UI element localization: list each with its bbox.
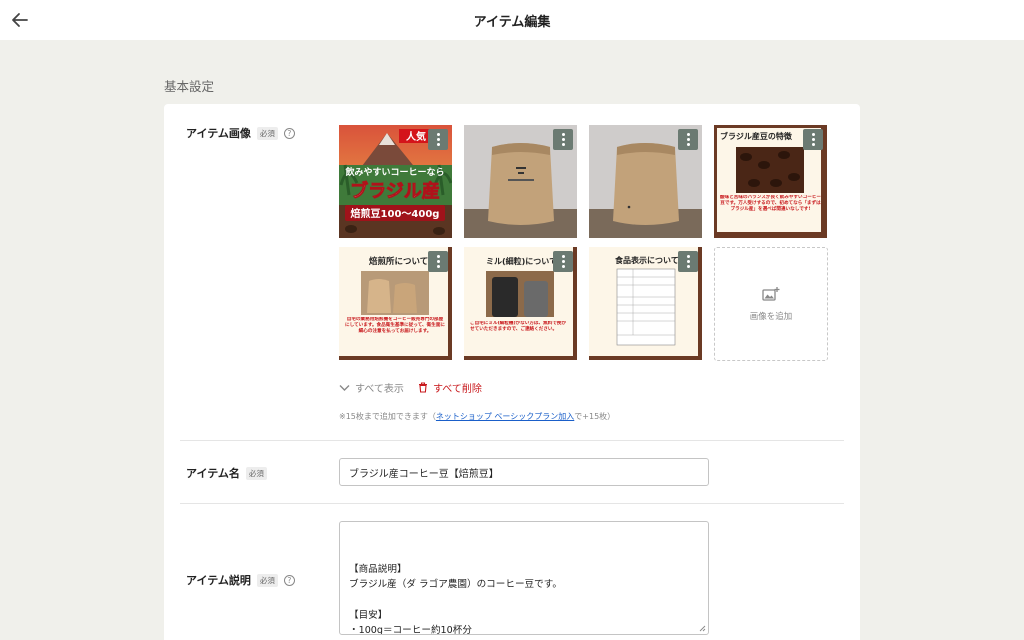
thumb-menu-button[interactable]: [678, 129, 698, 150]
image-thumb-1[interactable]: 人気 飲みやすいコーヒーなら ブラジル産 焙煎豆100〜400g: [339, 125, 452, 238]
thumb5-title: 焙煎所について: [368, 256, 428, 267]
required-badge: 必須: [256, 126, 278, 140]
chevron-down-icon: [339, 384, 350, 391]
help-icon[interactable]: ?: [283, 574, 295, 586]
page-title: アイテム編集: [473, 15, 551, 30]
thumb-menu-button[interactable]: [428, 129, 448, 150]
thumb6-title: ミル(細粒)について: [486, 256, 557, 266]
image-limit-note: ※15枚まで追加できます（ネットショップ ベーシックプラン加入で+15枚）: [339, 411, 615, 422]
thumb-menu-button[interactable]: [678, 251, 698, 272]
thumb5-body: 自宅の業務用焙煎機をコーヒー販売専門の部屋にしています。食品衛生基準に従って、衛…: [345, 317, 445, 334]
description-label-text: アイテム説明: [186, 574, 251, 587]
add-image-label: 画像を追加: [749, 312, 793, 322]
help-icon[interactable]: ?: [283, 127, 295, 139]
delete-all-label: すべて削除: [433, 384, 482, 395]
required-badge: 必須: [245, 466, 267, 480]
settings-card: アイテム画像 必須 ? 人気 飲みやすいコーヒーなら ブラジル産 焙煎豆100〜…: [164, 104, 860, 640]
show-all-label: すべて表示: [355, 384, 404, 395]
image-thumb-7[interactable]: 食品表示について: [589, 247, 702, 360]
popular-badge-text: 人気: [406, 130, 426, 143]
name-field-label: アイテム名 必須: [186, 465, 267, 481]
section-heading: 基本設定: [164, 79, 215, 94]
item-description-textarea[interactable]: 【商品説明】 ブラジル産（ダ ラゴア農園）のコーヒー豆です。 【目安】 ・100…: [339, 521, 709, 635]
image-field-label: アイテム画像 必須 ?: [186, 125, 295, 141]
divider: [180, 503, 844, 504]
add-photo-icon: [762, 287, 780, 301]
image-thumb-4[interactable]: ブラジル産豆の特徴 酸味と苦味のバランスが良く飲みやすいコーヒー豆です。万人受け…: [714, 125, 827, 238]
image-label-text: アイテム画像: [186, 127, 251, 140]
thumb7-title: 食品表示について: [615, 255, 679, 265]
add-image-button[interactable]: 画像を追加: [714, 247, 828, 361]
item-name-input[interactable]: [339, 458, 709, 486]
thumb-menu-button[interactable]: [428, 251, 448, 272]
note-prefix: ※15枚まで追加できます（: [339, 412, 436, 421]
description-field-label: アイテム説明 必須 ?: [186, 572, 295, 588]
delete-all-button[interactable]: すべて削除: [418, 380, 482, 395]
thumb-menu-button[interactable]: [803, 129, 823, 150]
divider: [180, 440, 844, 441]
top-bar: アイテム編集: [0, 0, 1024, 40]
image-thumb-2[interactable]: [464, 125, 577, 238]
thumb4-title: ブラジル産豆の特徴: [720, 131, 793, 141]
banner-line-2: ブラジル産: [350, 180, 440, 202]
required-badge: 必須: [256, 573, 278, 587]
image-thumb-6[interactable]: ミル(細粒)について ご自宅にミル(細粒機)がない方は、無料で挽かせていただきま…: [464, 247, 577, 360]
image-thumb-5[interactable]: 焙煎所について 自宅の業務用焙煎機をコーヒー販売専門の部屋にしています。食品衛生…: [339, 247, 452, 360]
name-label-text: アイテム名: [186, 467, 240, 480]
resize-handle-icon[interactable]: [699, 625, 706, 632]
image-grid: 人気 飲みやすいコーヒーなら ブラジル産 焙煎豆100〜400g ブラジル産豆の…: [339, 125, 829, 361]
thumb6-body: ご自宅にミル(細粒機)がない方は、無料で挽かせていただきますので、ご連絡ください…: [470, 321, 567, 332]
trash-icon: [419, 382, 427, 393]
thumb-menu-button[interactable]: [553, 129, 573, 150]
banner-line-1: 飲みやすいコーヒーなら: [344, 166, 444, 178]
note-suffix: で+15枚）: [574, 412, 616, 421]
banner-line-3: 焙煎豆100〜400g: [351, 207, 440, 220]
show-all-button[interactable]: すべて表示: [339, 380, 404, 395]
description-text: 【商品説明】 ブラジル産（ダ ラゴア農園）のコーヒー豆です。 【目安】 ・100…: [349, 563, 562, 635]
thumb4-body: 酸味と苦味のバランスが良く飲みやすいコーヒー豆です。万人受けするので、初めてなら…: [720, 195, 821, 212]
image-thumb-3[interactable]: [589, 125, 702, 238]
thumb-menu-button[interactable]: [553, 251, 573, 272]
basic-plan-link[interactable]: ネットショップ ベーシックプラン加入: [436, 412, 574, 421]
